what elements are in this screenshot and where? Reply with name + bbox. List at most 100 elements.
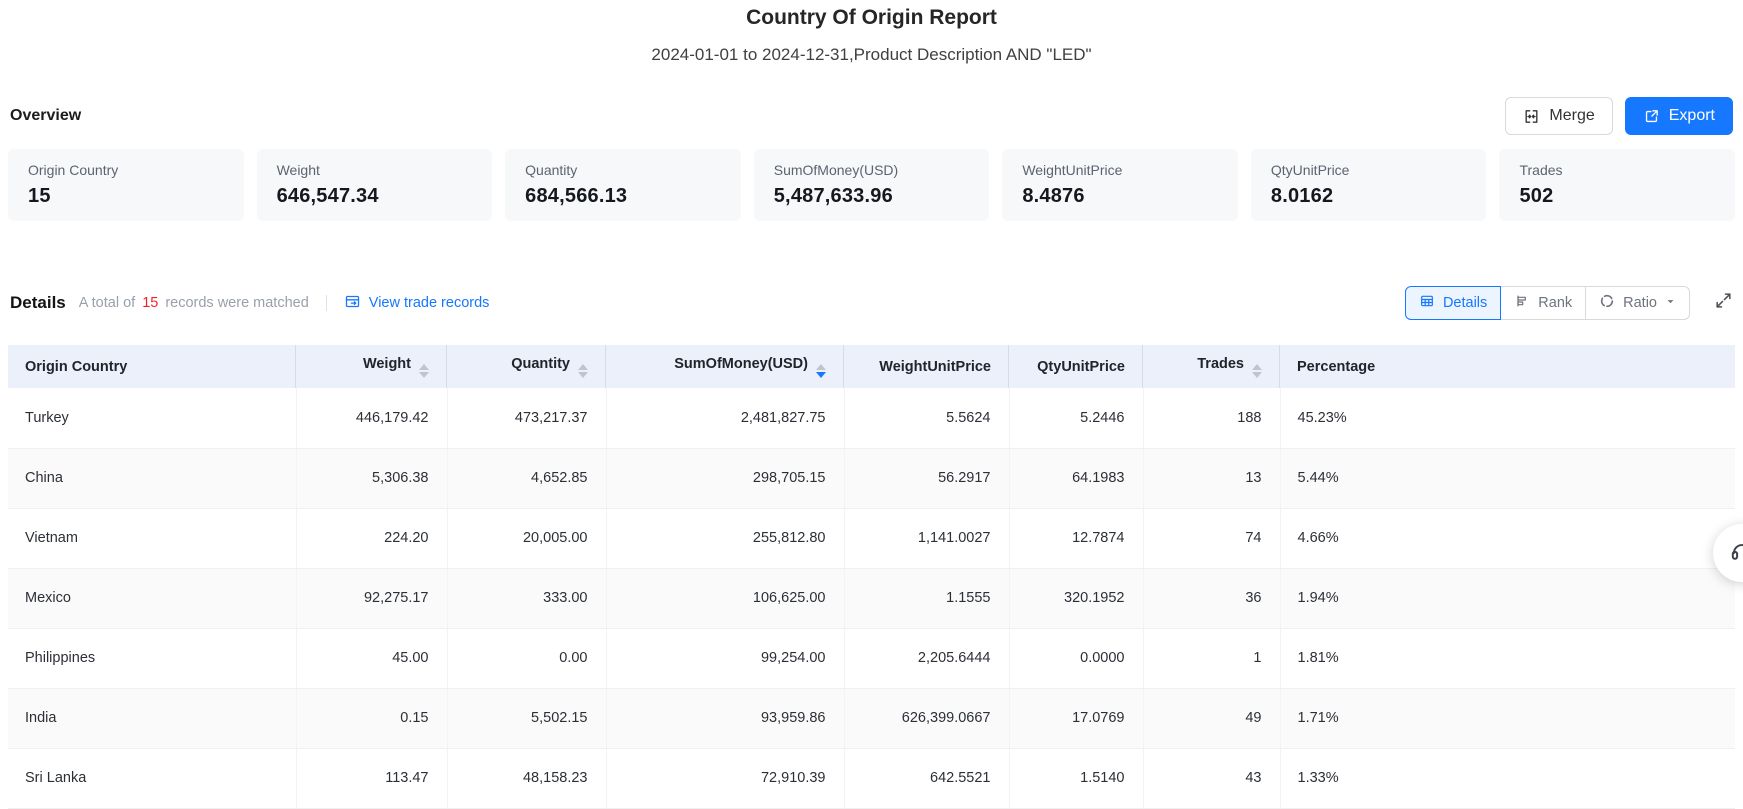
- column-header-trades[interactable]: Trades: [1143, 345, 1280, 388]
- stat-card-value: 8.0162: [1271, 185, 1467, 208]
- window-arrow-icon: [344, 293, 361, 314]
- column-header-sum-of-money-usd[interactable]: SumOfMoney(USD): [606, 345, 844, 388]
- table-body: Turkey446,179.42473,217.372,481,827.755.…: [8, 388, 1735, 808]
- stat-card: Quantity 684,566.13: [505, 149, 741, 221]
- overview-actions: Merge Export: [1505, 97, 1733, 135]
- column-header-origin-country: Origin Country: [8, 345, 296, 388]
- stat-card-value: 684,566.13: [525, 185, 721, 208]
- merge-button[interactable]: Merge: [1505, 97, 1612, 135]
- cell-sum-of-money-usd: 2,481,827.75: [606, 388, 844, 448]
- cell-quantity: 333.00: [447, 568, 606, 628]
- cell-weight: 113.47: [296, 748, 447, 808]
- cell-trades: 43: [1143, 748, 1280, 808]
- matched-prefix: A total of: [79, 295, 135, 311]
- export-button[interactable]: Export: [1625, 97, 1733, 135]
- cell-percentage: 1.71%: [1280, 688, 1735, 748]
- view-trade-records-link[interactable]: View trade records: [344, 293, 490, 314]
- merge-icon: [1523, 108, 1540, 125]
- cell-percentage: 4.66%: [1280, 508, 1735, 568]
- stat-card: WeightUnitPrice8.4876: [1002, 149, 1238, 221]
- page-title: Country Of Origin Report: [8, 6, 1735, 30]
- cell-qty-unit-price: 17.0769: [1009, 688, 1143, 748]
- cell-percentage: 45.23%: [1280, 388, 1735, 448]
- cell-weight-unit-price: 5.5624: [844, 388, 1009, 448]
- cell-weight-unit-price: 1.1555: [844, 568, 1009, 628]
- tab-rank-label: Rank: [1538, 295, 1572, 311]
- sort-icon[interactable]: [419, 364, 429, 378]
- fullscreen-button[interactable]: [1714, 291, 1733, 315]
- table-row: China5,306.384,652.85298,705.1556.291764…: [8, 448, 1735, 508]
- sort-icon[interactable]: [1252, 364, 1262, 378]
- details-bar: Details A total of 15 records were matched…: [8, 285, 1735, 321]
- stat-card-label: Quantity: [525, 162, 721, 178]
- cell-qty-unit-price: 320.1952: [1009, 568, 1143, 628]
- cell-sum-of-money-usd: 72,910.39: [606, 748, 844, 808]
- cell-quantity: 5,502.15: [447, 688, 606, 748]
- overview-bar: Overview Merge: [8, 97, 1735, 135]
- stat-card-value: 5,487,633.96: [774, 185, 970, 208]
- cell-percentage: 1.33%: [1280, 748, 1735, 808]
- table-grid-icon: [1419, 293, 1435, 313]
- cell-sum-of-money-usd: 93,959.86: [606, 688, 844, 748]
- cell-qty-unit-price: 0.0000: [1009, 628, 1143, 688]
- cell-quantity: 4,652.85: [447, 448, 606, 508]
- view-trade-records-label: View trade records: [369, 295, 490, 311]
- column-label: SumOfMoney(USD): [674, 356, 808, 372]
- details-bar-left: Details A total of 15 records were matched…: [10, 293, 489, 314]
- cell-qty-unit-price: 5.2446: [1009, 388, 1143, 448]
- column-header-qty-unit-price: QtyUnitPrice: [1009, 345, 1143, 388]
- details-heading: Details: [10, 293, 66, 313]
- cell-origin-country: India: [8, 688, 296, 748]
- cell-weight-unit-price: 1,141.0027: [844, 508, 1009, 568]
- headset-icon: [1729, 538, 1743, 569]
- cell-quantity: 48,158.23: [447, 748, 606, 808]
- cell-weight: 45.00: [296, 628, 447, 688]
- column-header-weight[interactable]: Weight: [296, 345, 447, 388]
- cell-quantity: 0.00: [447, 628, 606, 688]
- merge-button-label: Merge: [1549, 107, 1594, 125]
- bar-chart-icon: [1514, 293, 1530, 313]
- cell-quantity: 473,217.37: [447, 388, 606, 448]
- tab-rank[interactable]: Rank: [1500, 286, 1586, 320]
- cell-weight: 92,275.17: [296, 568, 447, 628]
- cell-origin-country: Turkey: [8, 388, 296, 448]
- column-label: QtyUnitPrice: [1037, 359, 1125, 375]
- table-row: Sri Lanka113.4748,158.2372,910.39642.552…: [8, 748, 1735, 808]
- cell-qty-unit-price: 64.1983: [1009, 448, 1143, 508]
- stat-card-label: WeightUnitPrice: [1022, 162, 1218, 178]
- column-label: Percentage: [1297, 359, 1375, 375]
- page-subtitle: 2024-01-01 to 2024-12-31,Product Descrip…: [8, 45, 1735, 65]
- cell-weight: 0.15: [296, 688, 447, 748]
- cell-trades: 13: [1143, 448, 1280, 508]
- stat-card-label: SumOfMoney(USD): [774, 162, 970, 178]
- matched-suffix: records were matched: [165, 295, 308, 311]
- cell-percentage: 5.44%: [1280, 448, 1735, 508]
- tab-ratio[interactable]: Ratio: [1585, 286, 1690, 320]
- sort-icon[interactable]: [816, 364, 826, 378]
- tab-details-label: Details: [1443, 295, 1487, 311]
- table-row: Philippines45.000.0099,254.002,205.64440…: [8, 628, 1735, 688]
- overview-heading: Overview: [10, 107, 81, 125]
- fullscreen-icon: [1714, 291, 1733, 315]
- stat-card: Origin Country15: [8, 149, 244, 221]
- cell-trades: 1: [1143, 628, 1280, 688]
- cell-qty-unit-price: 12.7874: [1009, 508, 1143, 568]
- table-row: Vietnam224.2020,005.00255,812.801,141.00…: [8, 508, 1735, 568]
- cell-origin-country: China: [8, 448, 296, 508]
- export-icon: [1643, 108, 1660, 125]
- cell-quantity: 20,005.00: [447, 508, 606, 568]
- column-header-percentage: Percentage: [1280, 345, 1735, 388]
- tab-details[interactable]: Details: [1405, 286, 1501, 320]
- cell-sum-of-money-usd: 106,625.00: [606, 568, 844, 628]
- cell-qty-unit-price: 1.5140: [1009, 748, 1143, 808]
- matched-count: 15: [142, 295, 158, 311]
- stat-card-label: Trades: [1519, 162, 1715, 178]
- column-header-quantity[interactable]: Quantity: [447, 345, 606, 388]
- stat-card-value: 646,547.34: [277, 185, 473, 208]
- stat-card: QtyUnitPrice8.0162: [1251, 149, 1487, 221]
- sort-icon[interactable]: [578, 364, 588, 378]
- cell-sum-of-money-usd: 255,812.80: [606, 508, 844, 568]
- cell-weight: 5,306.38: [296, 448, 447, 508]
- stat-card-label: Weight: [277, 162, 473, 178]
- stat-card-label: Origin Country: [28, 162, 224, 178]
